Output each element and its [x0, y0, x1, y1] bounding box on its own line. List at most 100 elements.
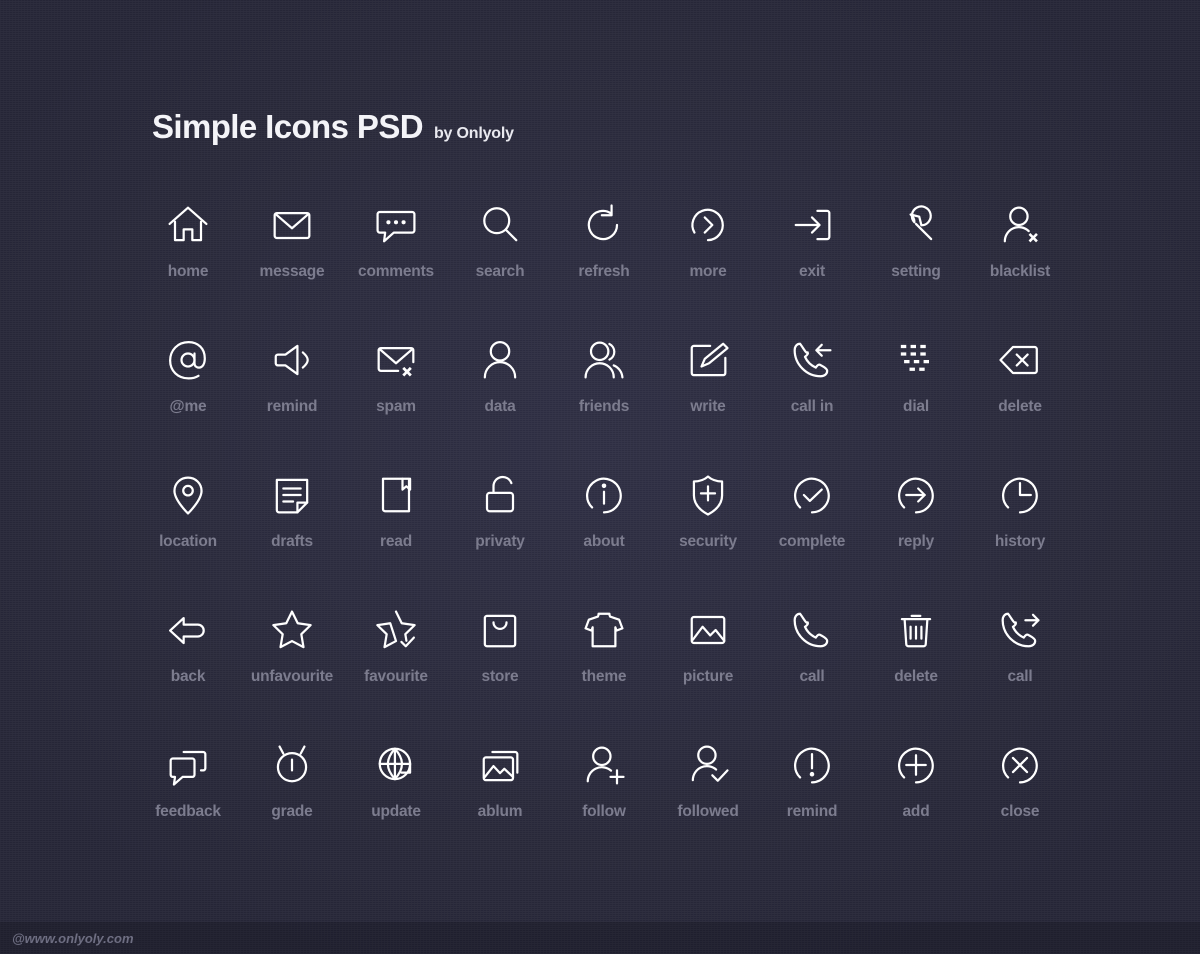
comment-bubble-icon[interactable] — [363, 192, 429, 258]
unlock-icon[interactable] — [467, 462, 533, 528]
icon-cell[interactable]: grade — [240, 732, 344, 867]
dial-lines-icon[interactable] — [883, 327, 949, 393]
icon-cell[interactable]: store — [448, 597, 552, 732]
icon-cell[interactable]: update — [344, 732, 448, 867]
icon-cell[interactable]: unfavourite — [240, 597, 344, 732]
icon-cell[interactable]: close — [968, 732, 1072, 867]
icon-cell[interactable]: search — [448, 192, 552, 327]
icon-cell[interactable]: remind — [760, 732, 864, 867]
icon-label: comments — [358, 263, 434, 280]
icon-cell[interactable]: complete — [760, 462, 864, 597]
icon-cell[interactable]: remind — [240, 327, 344, 462]
megaphone-icon[interactable] — [259, 327, 325, 393]
pencil-square-icon[interactable] — [675, 327, 741, 393]
photo-stack-icon[interactable] — [467, 732, 533, 798]
star-check-icon[interactable] — [363, 597, 429, 663]
icon-cell[interactable]: add — [864, 732, 968, 867]
icon-label: call — [799, 668, 825, 685]
icon-cell[interactable]: privaty — [448, 462, 552, 597]
shopping-bag-icon[interactable] — [467, 597, 533, 663]
person-x-icon[interactable] — [987, 192, 1053, 258]
icon-cell[interactable]: call in — [760, 327, 864, 462]
icon-label: call — [1007, 668, 1033, 685]
icon-label: about — [583, 533, 625, 550]
icon-cell[interactable]: theme — [552, 597, 656, 732]
image-icon[interactable] — [675, 597, 741, 663]
icon-cell[interactable]: delete — [864, 597, 968, 732]
icon-cell[interactable]: friends — [552, 327, 656, 462]
icon-label: data — [484, 398, 516, 415]
icon-cell[interactable]: @me — [136, 327, 240, 462]
icon-cell[interactable]: about — [552, 462, 656, 597]
book-icon[interactable] — [363, 462, 429, 528]
magnifier-icon[interactable] — [467, 192, 533, 258]
icon-cell[interactable]: refresh — [552, 192, 656, 327]
icon-cell[interactable]: ablum — [448, 732, 552, 867]
info-circle-icon[interactable] — [571, 462, 637, 528]
shield-plus-icon[interactable] — [675, 462, 741, 528]
icon-cell[interactable]: feedback — [136, 732, 240, 867]
icon-label: history — [994, 533, 1046, 550]
map-pin-icon[interactable] — [155, 462, 221, 528]
phone-outgoing-icon[interactable] — [987, 597, 1053, 663]
icon-cell[interactable]: dial — [864, 327, 968, 462]
icon-cell[interactable]: history — [968, 462, 1072, 597]
clock-icon[interactable] — [987, 462, 1053, 528]
icon-cell[interactable]: more — [656, 192, 760, 327]
trash-icon[interactable] — [883, 597, 949, 663]
wrench-icon[interactable] — [883, 192, 949, 258]
phone-icon[interactable] — [779, 597, 845, 663]
tshirt-icon[interactable] — [571, 597, 637, 663]
icon-cell[interactable]: favourite — [344, 597, 448, 732]
icon-label: more — [689, 263, 727, 280]
star-outline-icon[interactable] — [259, 597, 325, 663]
phone-incoming-icon[interactable] — [779, 327, 845, 393]
icon-cell[interactable]: call — [968, 597, 1072, 732]
globe-arrow-icon[interactable] — [363, 732, 429, 798]
arrow-right-circle-icon[interactable] — [883, 462, 949, 528]
icon-cell[interactable]: write — [656, 327, 760, 462]
icon-label: dial — [903, 398, 929, 415]
chevron-right-circle-icon[interactable] — [675, 192, 741, 258]
check-circle-icon[interactable] — [779, 462, 845, 528]
icon-label: picture — [682, 668, 734, 685]
icon-cell[interactable]: picture — [656, 597, 760, 732]
people-icon[interactable] — [571, 327, 637, 393]
icon-cell[interactable]: setting — [864, 192, 968, 327]
icon-cell[interactable]: message — [240, 192, 344, 327]
icon-cell[interactable]: spam — [344, 327, 448, 462]
plus-circle-icon[interactable] — [883, 732, 949, 798]
icon-cell[interactable]: security — [656, 462, 760, 597]
timer-icon[interactable] — [259, 732, 325, 798]
envelope-icon[interactable] — [259, 192, 325, 258]
icon-cell[interactable]: followed — [656, 732, 760, 867]
icon-cell[interactable]: blacklist — [968, 192, 1072, 327]
icon-cell[interactable]: call — [760, 597, 864, 732]
at-sign-icon[interactable] — [155, 327, 221, 393]
icon-cell[interactable]: reply — [864, 462, 968, 597]
back-arrow-icon[interactable] — [155, 597, 221, 663]
person-icon[interactable] — [467, 327, 533, 393]
x-circle-icon[interactable] — [987, 732, 1053, 798]
icon-cell[interactable]: delete — [968, 327, 1072, 462]
icon-cell[interactable]: follow — [552, 732, 656, 867]
icon-cell[interactable]: drafts — [240, 462, 344, 597]
document-lines-icon[interactable] — [259, 462, 325, 528]
icon-cell[interactable]: comments — [344, 192, 448, 327]
person-check-icon[interactable] — [675, 732, 741, 798]
icon-cell[interactable]: home — [136, 192, 240, 327]
refresh-arrow-icon[interactable] — [571, 192, 637, 258]
icon-cell[interactable]: read — [344, 462, 448, 597]
person-plus-icon[interactable] — [571, 732, 637, 798]
home-icon[interactable] — [155, 192, 221, 258]
icon-cell[interactable]: exit — [760, 192, 864, 327]
icon-cell[interactable]: location — [136, 462, 240, 597]
exclamation-circle-icon[interactable] — [779, 732, 845, 798]
icon-label: home — [167, 263, 209, 280]
backspace-icon[interactable] — [987, 327, 1053, 393]
icon-cell[interactable]: data — [448, 327, 552, 462]
exit-arrow-icon[interactable] — [779, 192, 845, 258]
chat-bubbles-icon[interactable] — [155, 732, 221, 798]
envelope-x-icon[interactable] — [363, 327, 429, 393]
icon-cell[interactable]: back — [136, 597, 240, 732]
